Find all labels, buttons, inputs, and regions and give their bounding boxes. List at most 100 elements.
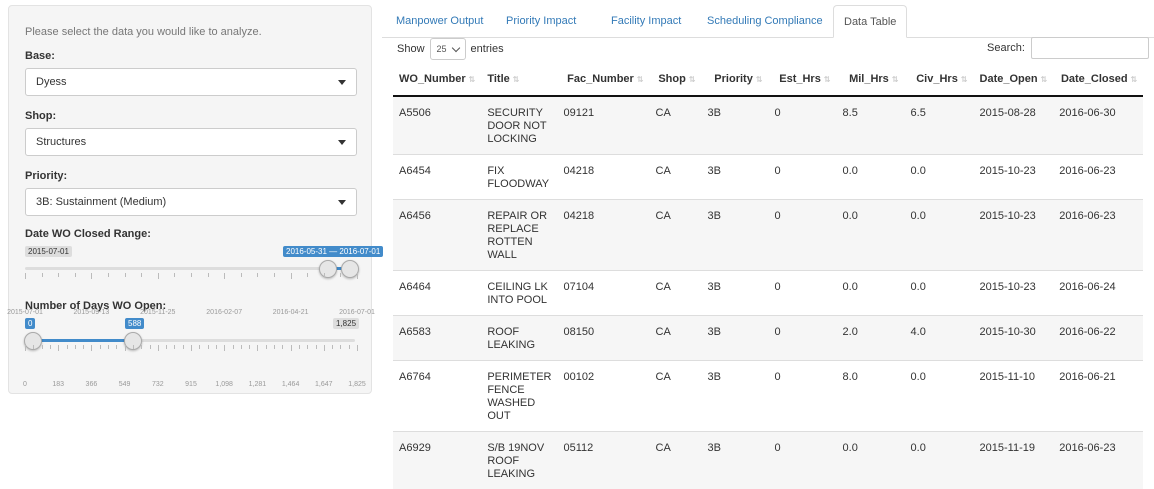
slider-tick-label: 1,464 [282, 381, 300, 388]
slider-tick-label: 2016-07-01 [339, 309, 375, 316]
mil-hrs-cell: 8.0 [837, 361, 905, 432]
shop-select[interactable]: Structures [25, 128, 357, 156]
shop-cell: CA [650, 96, 702, 155]
fac-number-cell: 08150 [558, 316, 650, 361]
column-header[interactable]: Civ_Hrs⇅ [905, 62, 974, 96]
civ-hrs-cell: 0.0 [905, 155, 974, 200]
civ-hrs-cell: 6.5 [905, 96, 974, 155]
slider-tick [67, 345, 68, 349]
title-cell: REPAIR OR REPLACE ROTTEN WALL [481, 200, 557, 271]
column-header[interactable]: Est_Hrs⇅ [769, 62, 837, 96]
slider-tick [208, 273, 209, 277]
slider-tick [33, 345, 34, 349]
table-row[interactable]: A6456REPAIR OR REPLACE ROTTEN WALL04218C… [393, 200, 1143, 271]
tab-facility-impact[interactable]: Facility Impact [601, 5, 691, 37]
base-select[interactable]: Dyess [25, 68, 357, 96]
slider-tick [241, 345, 242, 349]
title-cell: CEILING LK INTO POOL [481, 271, 557, 316]
shop-value: Structures [36, 136, 86, 148]
title-cell: ROOF LEAKING [481, 316, 557, 361]
wo-number-cell: A6464 [393, 271, 481, 316]
table-row[interactable]: A6764PERIMETER FENCE WASHED OUT00102CA3B… [393, 361, 1143, 432]
date-open-cell: 2015-10-23 [974, 155, 1054, 200]
page-length-value: 25 [437, 44, 447, 54]
slider-tick [274, 273, 275, 277]
sort-icon: ⇅ [892, 75, 899, 84]
sort-icon: ⇅ [756, 75, 763, 84]
slider-tick-label: 1,281 [249, 381, 267, 388]
days-open-slider[interactable]: 0 588 1,825 01833665497329151,0981,2811,… [25, 318, 355, 370]
column-header[interactable]: Mil_Hrs⇅ [837, 62, 905, 96]
slider-tick [100, 345, 101, 349]
date-closed-cell: 2016-06-23 [1053, 432, 1143, 489]
column-header[interactable]: Priority⇅ [702, 62, 769, 96]
slider-tick [150, 345, 151, 349]
sort-icon: ⇅ [1131, 75, 1138, 84]
slider-tick [50, 345, 51, 349]
slider-tick [108, 273, 109, 277]
column-header[interactable]: Fac_Number⇅ [558, 62, 650, 96]
tab-manpower-output[interactable]: Manpower Output [386, 5, 493, 37]
date-closed-cell: 2016-06-30 [1053, 96, 1143, 155]
sort-icon: ⇅ [961, 75, 968, 84]
tab-priority-impact[interactable]: Priority Impact [496, 5, 586, 37]
civ-hrs-cell: 0.0 [905, 361, 974, 432]
table-row[interactable]: A6929S/B 19NOV ROOF LEAKING05112CA3B00.0… [393, 432, 1143, 489]
column-header-label: Date_Closed [1061, 73, 1128, 85]
slider-tick [158, 273, 159, 279]
date-range-slider[interactable]: 2015-07-01 2016-05-31 — 2016-07-01 2015-… [25, 246, 355, 298]
shop-cell: CA [650, 155, 702, 200]
mil-hrs-cell: 0.0 [837, 200, 905, 271]
column-header[interactable]: WO_Number⇅ [393, 62, 481, 96]
table-row[interactable]: A6583ROOF LEAKING08150CA3B02.04.02015-10… [393, 316, 1143, 361]
slider-tick-label: 549 [119, 381, 131, 388]
slider-tick [42, 273, 43, 277]
fac-number-cell: 09121 [558, 96, 650, 155]
caret-down-icon [338, 200, 346, 205]
page-length-select[interactable]: 25 [430, 38, 466, 60]
column-header-label: Fac_Number [567, 73, 634, 85]
days-to-tag: 588 [125, 318, 144, 329]
slider-tick [166, 345, 167, 349]
column-header[interactable]: Shop⇅ [650, 62, 702, 96]
slider-tick-label: 2016-04-21 [273, 309, 309, 316]
tab-scheduling-compliance[interactable]: Scheduling Compliance [697, 5, 833, 37]
column-header[interactable]: Date_Closed⇅ [1053, 62, 1143, 96]
slider-tick [291, 345, 292, 351]
fac-number-cell: 04218 [558, 200, 650, 271]
slider-tick [42, 345, 43, 349]
slider-tick [307, 273, 308, 277]
search-input[interactable] [1031, 37, 1149, 59]
date-open-cell: 2015-10-23 [974, 271, 1054, 316]
civ-hrs-cell: 0.0 [905, 432, 974, 489]
mil-hrs-cell: 0.0 [837, 432, 905, 489]
slider-tick [307, 345, 308, 349]
date-open-cell: 2015-10-23 [974, 200, 1054, 271]
date-selected-tag: 2016-05-31 — 2016-07-01 [283, 246, 383, 257]
tab-data-table[interactable]: Data Table [833, 5, 907, 38]
column-header-label: WO_Number [399, 73, 466, 85]
table-row[interactable]: A6464CEILING LK INTO POOL07104CA3B00.00.… [393, 271, 1143, 316]
column-header-label: Est_Hrs [779, 73, 821, 85]
slider-tick [299, 345, 300, 349]
slider-tick [249, 345, 250, 349]
est-hrs-cell: 0 [769, 96, 837, 155]
slider-tick [257, 345, 258, 351]
column-header[interactable]: Title⇅ [481, 62, 557, 96]
table-row[interactable]: A6454FIX FLOODWAY04218CA3B00.00.02015-10… [393, 155, 1143, 200]
data-table: WO_Number⇅Title⇅Fac_Number⇅Shop⇅Priority… [393, 62, 1143, 489]
shop-cell: CA [650, 432, 702, 489]
fac-number-cell: 05112 [558, 432, 650, 489]
est-hrs-cell: 0 [769, 316, 837, 361]
sidebar-panel: Please select the data you would like to… [8, 5, 372, 394]
mil-hrs-cell: 2.0 [837, 316, 905, 361]
slider-tick [340, 345, 341, 349]
est-hrs-cell: 0 [769, 155, 837, 200]
column-header[interactable]: Date_Open⇅ [974, 62, 1054, 96]
table-row[interactable]: A5506SECURITY DOOR NOT LOCKING09121CA3B0… [393, 96, 1143, 155]
title-cell: SECURITY DOOR NOT LOCKING [481, 96, 557, 155]
date-closed-cell: 2016-06-23 [1053, 200, 1143, 271]
slider-tick-label: 2015-11-25 [140, 309, 175, 316]
priority-cell: 3B [702, 155, 769, 200]
priority-select[interactable]: 3B: Sustainment (Medium) [25, 188, 357, 216]
